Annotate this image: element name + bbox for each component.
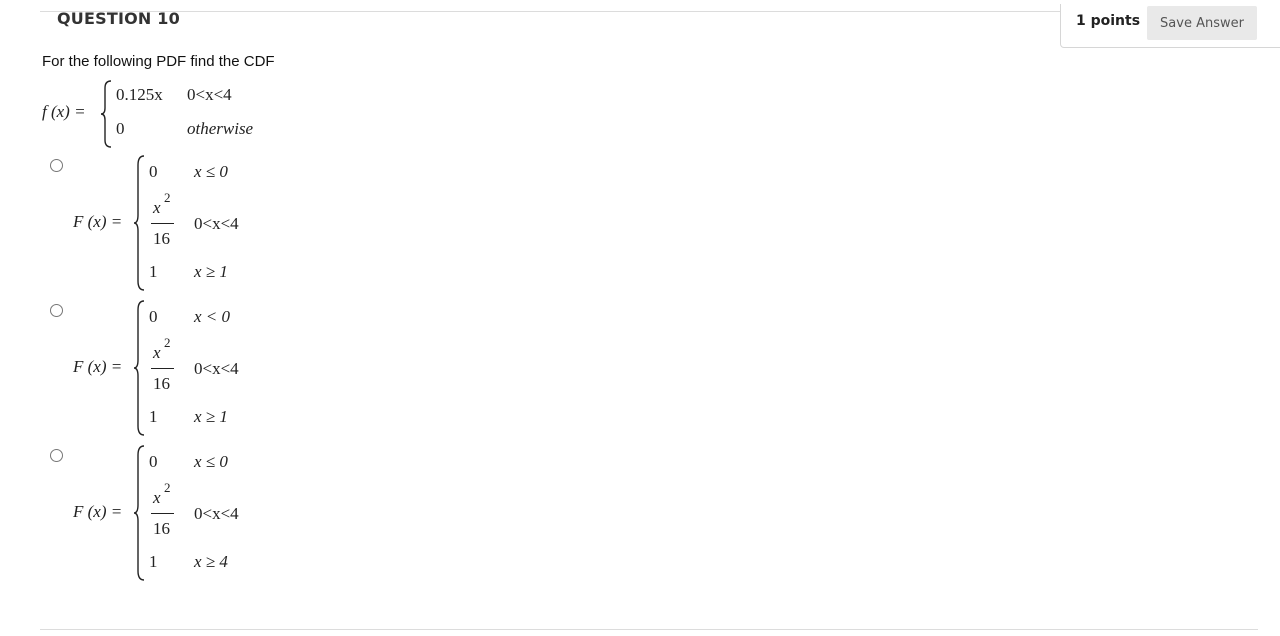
option-1-numerator: x [153,198,161,217]
option-3-case3-condition: x ≥ 4 [194,552,228,571]
option-1-case1-value: 0 [149,162,158,181]
option-2-exponent: 2 [164,335,171,350]
points-label: 1 points [1076,13,1141,29]
option-2-case2-condition: 0<x<4 [194,359,239,378]
option-2-fraction-bar [151,368,174,369]
option-3-lhs: F (x) = [73,502,123,521]
option-2-case3-value: 1 [149,407,158,426]
option-3-case1-value: 0 [149,452,158,471]
option-3-exponent: 2 [164,480,171,495]
pdf-case1-condition: 0<x<4 [187,85,232,104]
option-2-radio[interactable] [50,304,63,317]
pdf-case2-value: 0 [116,119,125,138]
option-1-case1-condition: x ≤ 0 [194,162,228,181]
option-1-case3-value: 1 [149,262,158,281]
save-answer-button[interactable]: Save Answer [1147,6,1257,40]
option-3-case1-condition: x ≤ 0 [194,452,228,471]
question-prompt: For the following PDF find the CDF [42,53,275,70]
option-1-case2-condition: 0<x<4 [194,214,239,233]
option-1-denominator: 16 [153,229,170,248]
pdf-case2-condition: otherwise [187,119,254,138]
pdf-lhs: f (x) = [42,102,86,121]
option-3-case3-value: 1 [149,552,158,571]
option-3-brace [133,445,145,581]
option-3-denominator: 16 [153,519,170,538]
option-2-denominator: 16 [153,374,170,393]
option-3-fraction-bar [151,513,174,514]
option-2-case3-condition: x ≥ 1 [194,407,228,426]
option-2-numerator: x [153,343,161,362]
pdf-brace [100,80,112,148]
option-1-fraction-bar [151,223,174,224]
option-3-radio[interactable] [50,449,63,462]
option-1-lhs: F (x) = [73,212,123,231]
option-1-exponent: 2 [164,190,171,205]
option-2-case1-condition: x < 0 [194,307,231,326]
option-1-case3-condition: x ≥ 1 [194,262,228,281]
option-3-case2-condition: 0<x<4 [194,504,239,523]
option-3-numerator: x [153,488,161,507]
pdf-case1-value: 0.125x [116,85,163,104]
option-1-radio[interactable] [50,159,63,172]
option-2-brace [133,300,145,436]
question-title: QUESTION 10 [57,9,180,28]
footer-divider [40,629,1258,630]
option-2-case1-value: 0 [149,307,158,326]
option-2-lhs: F (x) = [73,357,123,376]
option-1-brace [133,155,145,291]
